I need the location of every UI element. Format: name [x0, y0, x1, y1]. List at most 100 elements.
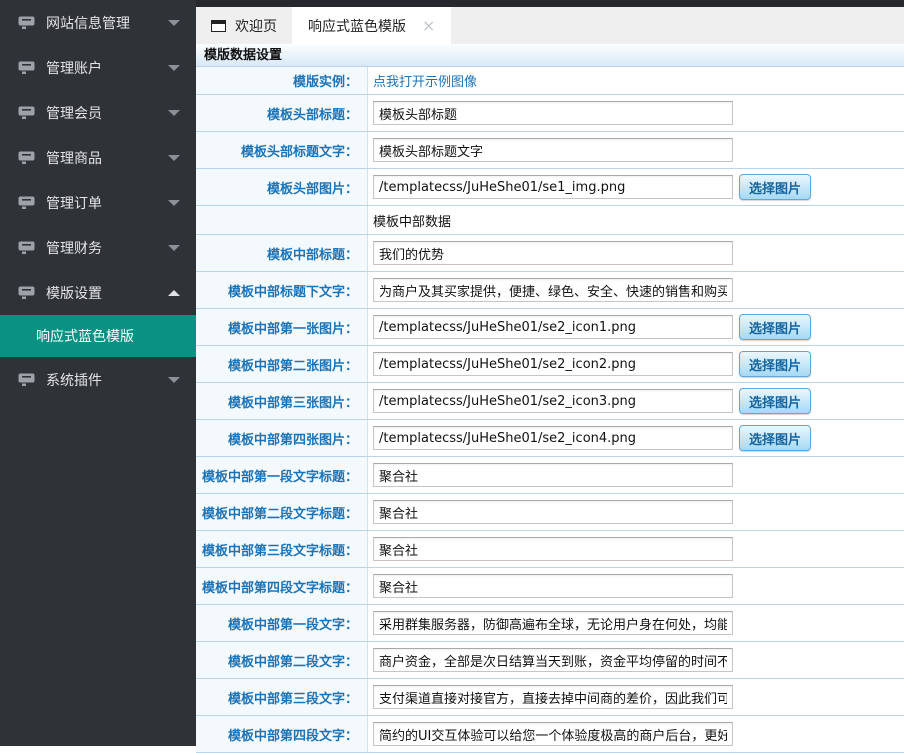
form-row: 模板中部数据 — [196, 206, 904, 235]
chevron-down-icon — [168, 20, 180, 26]
form-row: 模板中部第二张图片：选择图片 — [196, 346, 904, 383]
choose-image-button[interactable]: 选择图片 — [739, 351, 811, 377]
row-content — [368, 494, 904, 530]
sidebar-item[interactable]: 管理会员 — [0, 90, 196, 135]
form-row: 模板中部标题下文字： — [196, 272, 904, 309]
row-content — [368, 568, 904, 604]
menu-monitor-icon — [18, 151, 35, 164]
form-row: 模板中部第一张图片：选择图片 — [196, 309, 904, 346]
text-input[interactable] — [373, 138, 733, 162]
text-input[interactable] — [373, 500, 733, 524]
tab-label: 欢迎页 — [235, 16, 277, 36]
window-icon — [211, 20, 226, 32]
sidebar-item-label: 网站信息管理 — [46, 13, 168, 33]
chevron-down-icon — [168, 200, 180, 206]
text-input[interactable] — [373, 175, 733, 199]
row-label: 模板中部第四段文字： — [196, 716, 368, 752]
text-input[interactable] — [373, 101, 733, 125]
tab[interactable]: 欢迎页 — [196, 7, 292, 44]
row-content: 点我打开示例图像 — [368, 67, 904, 94]
row-content — [368, 95, 904, 131]
section-text: 模板中部数据 — [373, 211, 451, 230]
form-row: 模板中部第二段文字标题： — [196, 494, 904, 531]
sidebar-item[interactable]: 网站信息管理 — [0, 0, 196, 45]
form-row: 模板头部图片：选择图片 — [196, 169, 904, 206]
sidebar-item[interactable]: 管理商品 — [0, 135, 196, 180]
sidebar-item-label: 管理会员 — [46, 103, 168, 123]
row-label: 模板中部标题下文字： — [196, 272, 368, 308]
text-input[interactable] — [373, 426, 733, 450]
sidebar-item-label: 管理财务 — [46, 238, 168, 258]
text-input[interactable] — [373, 611, 733, 635]
tab-bar: 欢迎页 响应式蓝色模版 × — [196, 7, 904, 44]
top-strip — [196, 0, 904, 7]
choose-image-button[interactable]: 选择图片 — [739, 314, 811, 340]
row-content: 选择图片 — [368, 346, 904, 382]
row-content: 模板中部数据 — [368, 206, 904, 234]
row-label — [196, 206, 368, 234]
row-content — [368, 235, 904, 271]
form-row: 模板中部第四张图片：选择图片 — [196, 420, 904, 457]
chevron-down-icon — [168, 110, 180, 116]
menu-monitor-icon — [18, 286, 35, 299]
row-content — [368, 272, 904, 308]
chevron-down-icon — [168, 65, 180, 71]
main-area: 欢迎页响应式蓝色模版× 模版数据设置 模版实例：点我打开示例图像模板头部标题：模… — [196, 0, 904, 746]
sidebar: 网站信息管理管理账户管理会员管理商品管理订单管理财务模版设置响应式蓝色模版系统插… — [0, 0, 196, 746]
text-input[interactable] — [373, 315, 733, 339]
menu-monitor-icon — [18, 241, 35, 254]
text-input[interactable] — [373, 278, 733, 302]
text-input[interactable] — [373, 241, 733, 265]
row-label: 模板中部第二段文字标题： — [196, 494, 368, 530]
menu-monitor-icon — [18, 16, 35, 29]
text-input[interactable] — [373, 648, 733, 672]
chevron-down-icon — [168, 377, 180, 383]
form-row: 模板头部标题文字： — [196, 132, 904, 169]
sidebar-item[interactable]: 管理订单 — [0, 180, 196, 225]
form-row: 模板中部第三张图片： 选择图片 — [196, 383, 904, 420]
text-input[interactable] — [373, 389, 733, 413]
form-row: 模板中部标题： — [196, 235, 904, 272]
row-label: 模板中部第四段文字标题： — [196, 568, 368, 604]
form-row: 模板中部第二段文字： — [196, 642, 904, 679]
text-input[interactable] — [373, 722, 733, 746]
menu-monitor-icon — [18, 106, 35, 119]
row-label: 模板头部标题文字： — [196, 132, 368, 168]
row-label: 模板中部第一段文字标题： — [196, 457, 368, 493]
text-input[interactable] — [373, 463, 733, 487]
row-label: 模板中部第一段文字： — [196, 605, 368, 641]
row-content — [368, 642, 904, 678]
sidebar-subitem-active[interactable]: 响应式蓝色模版 — [0, 315, 196, 357]
sidebar-item-label: 管理商品 — [46, 148, 168, 168]
chevron-down-icon — [168, 245, 180, 251]
text-input[interactable] — [373, 537, 733, 561]
example-image-link[interactable]: 点我打开示例图像 — [373, 71, 477, 90]
row-content: 选择图片 — [368, 383, 904, 419]
sidebar-item[interactable]: 模版设置 — [0, 270, 196, 315]
sidebar-item[interactable]: 管理财务 — [0, 225, 196, 270]
text-input[interactable] — [373, 352, 733, 376]
choose-image-button[interactable]: 选择图片 — [739, 388, 811, 414]
chevron-up-icon — [168, 290, 180, 296]
text-input[interactable] — [373, 574, 733, 598]
row-content — [368, 605, 904, 641]
row-label: 模版实例： — [196, 67, 368, 94]
menu-monitor-icon — [18, 61, 35, 74]
tab-label: 响应式蓝色模版 — [308, 16, 406, 36]
row-label: 模板中部第三张图片： — [196, 383, 368, 419]
row-content — [368, 679, 904, 715]
chevron-down-icon — [168, 155, 180, 161]
row-content — [368, 716, 904, 752]
sidebar-item[interactable]: 管理账户 — [0, 45, 196, 90]
row-label: 模板头部标题： — [196, 95, 368, 131]
form-row: 模版实例： 点我打开示例图像 — [196, 67, 904, 95]
text-input[interactable] — [373, 685, 733, 709]
panel-title: 模版数据设置 — [196, 44, 904, 67]
tab-active[interactable]: 响应式蓝色模版 × — [292, 7, 451, 44]
menu-monitor-icon — [18, 373, 35, 386]
choose-image-button[interactable]: 选择图片 — [739, 425, 811, 451]
sidebar-item[interactable]: 系统插件 — [0, 357, 196, 402]
close-icon[interactable]: × — [422, 18, 435, 34]
row-label: 模板中部第二段文字： — [196, 642, 368, 678]
choose-image-button[interactable]: 选择图片 — [739, 174, 811, 200]
